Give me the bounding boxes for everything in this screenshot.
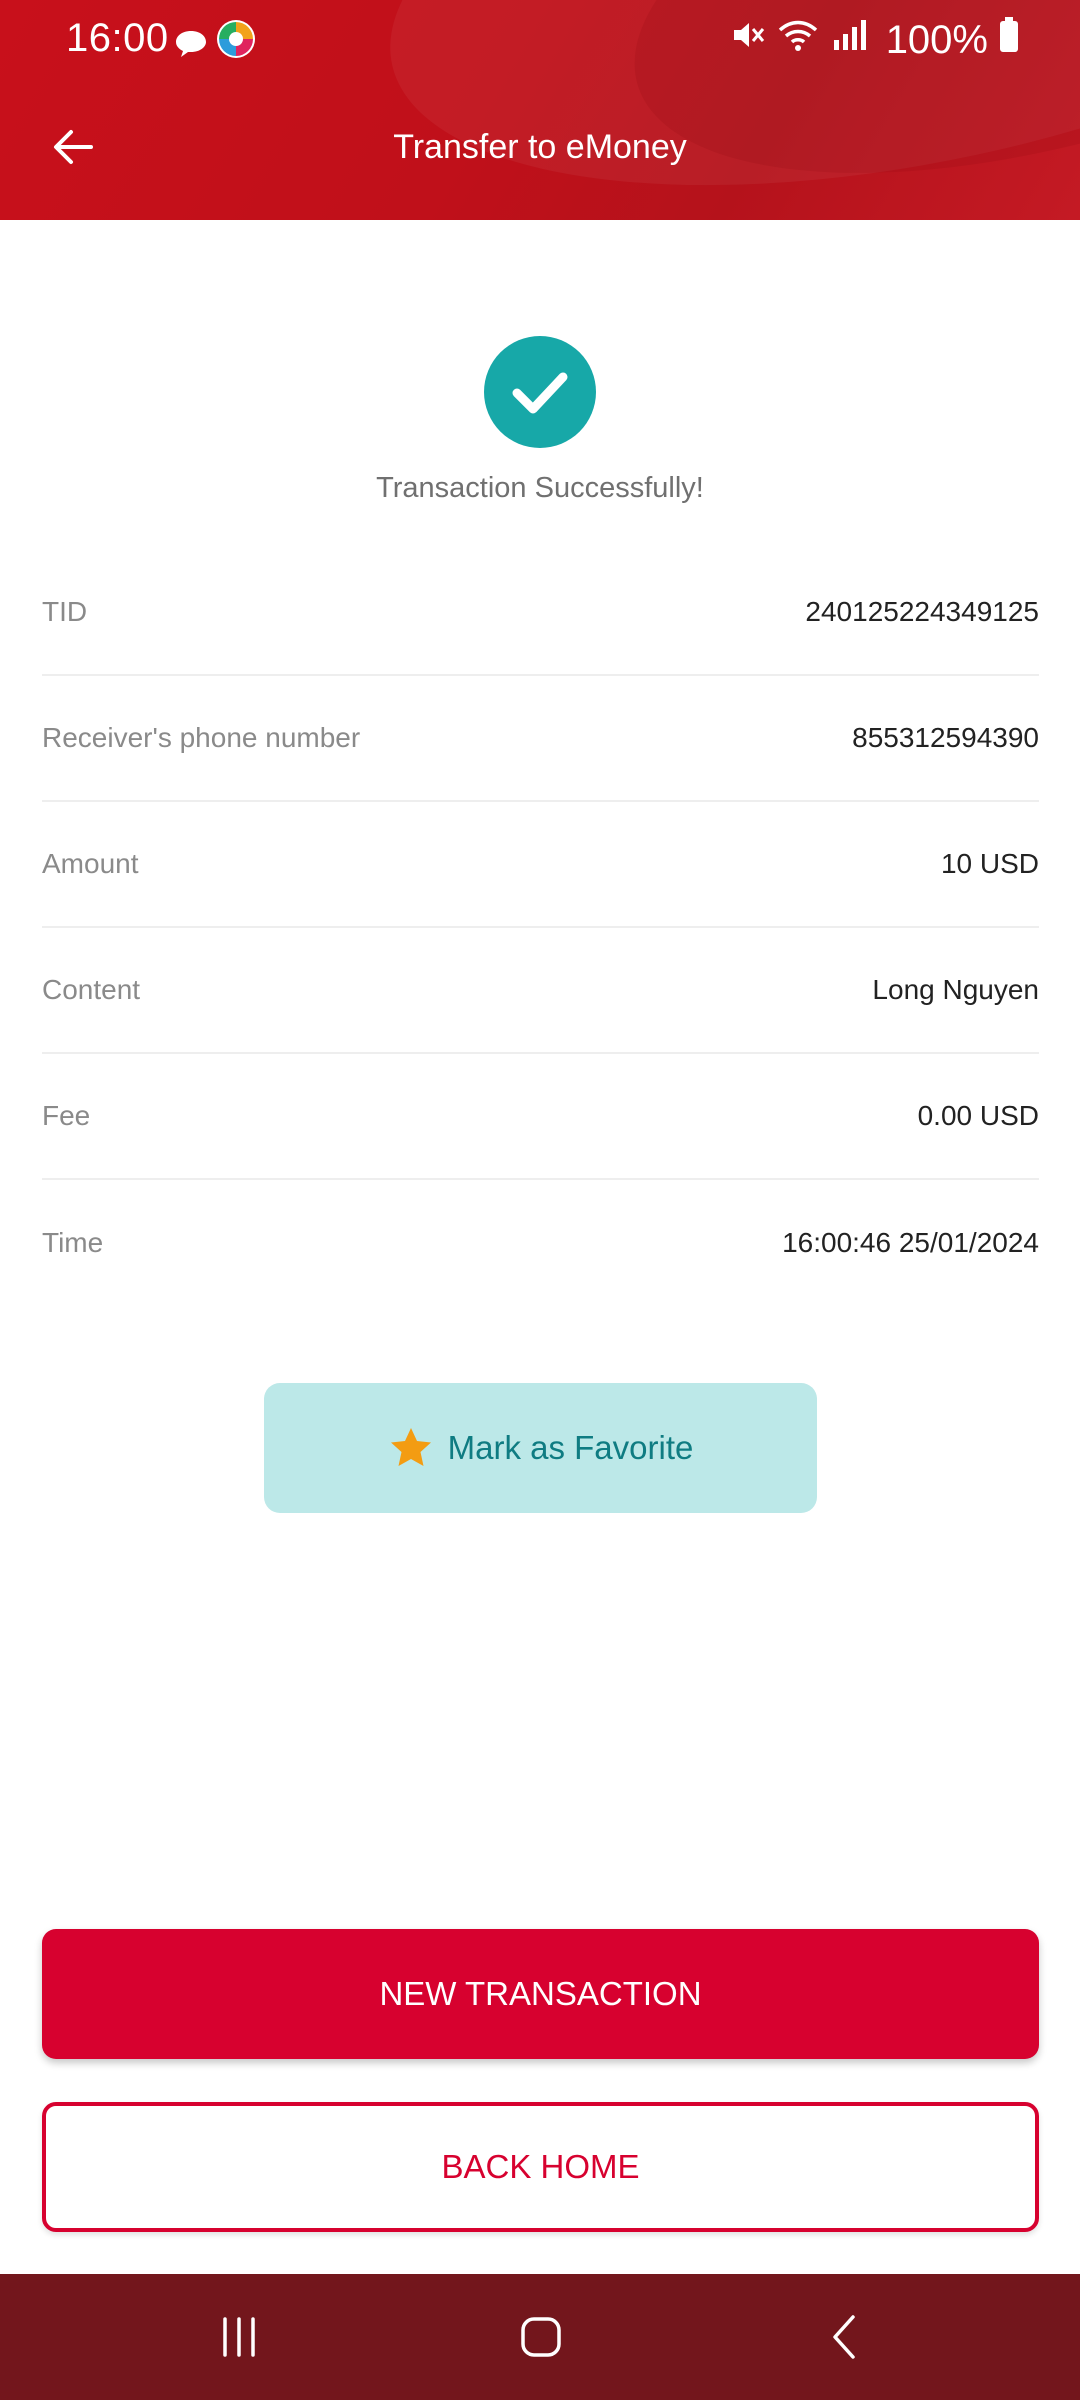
- arrow-left-icon: [54, 130, 93, 164]
- check-circle-icon: [484, 336, 596, 448]
- status-bar: 16:00 100%: [0, 0, 1080, 74]
- detail-value: 10 USD: [940, 848, 1039, 879]
- detail-value: 0.00 USD: [917, 1100, 1039, 1131]
- mark-favorite-button[interactable]: Mark as Favorite: [264, 1383, 817, 1513]
- system-back-button[interactable]: [800, 2304, 890, 2370]
- detail-value: Long Nguyen: [872, 974, 1039, 1005]
- page-title: Transfer to eMoney: [393, 127, 687, 166]
- recents-button[interactable]: [194, 2304, 284, 2370]
- detail-label: Fee: [42, 1100, 91, 1131]
- signal-icon: [830, 16, 870, 64]
- detail-label: Amount: [42, 848, 139, 879]
- detail-value: 855312594390: [852, 722, 1039, 753]
- status-right-group: 100%: [728, 16, 1020, 64]
- detail-label: Time: [42, 1227, 104, 1258]
- detail-row-time: Time 16:00:46 25/01/2024: [42, 1180, 1039, 1306]
- detail-row-phone: Receiver's phone number 855312594390: [42, 676, 1039, 802]
- detail-row-amount: Amount 10 USD: [42, 802, 1039, 928]
- success-message: Transaction Successfully!: [376, 472, 704, 504]
- mark-favorite-label: Mark as Favorite: [447, 1429, 694, 1466]
- new-transaction-button[interactable]: NEW TRANSACTION: [42, 1929, 1039, 2059]
- transaction-details: TID 240125224349125 Receiver's phone num…: [42, 550, 1039, 1306]
- battery-icon: [998, 16, 1020, 64]
- detail-row-content: Content Long Nguyen: [42, 928, 1039, 1054]
- battery-level: 100%: [885, 17, 988, 62]
- back-button[interactable]: [30, 104, 116, 190]
- back-icon: [833, 2315, 855, 2359]
- app-bar: Transfer to eMoney: [0, 74, 1080, 220]
- detail-label: Content: [42, 974, 141, 1005]
- detail-label: TID: [42, 596, 88, 627]
- detail-value: 16:00:46 25/01/2024: [782, 1227, 1039, 1258]
- detail-row-tid: TID 240125224349125: [42, 550, 1039, 676]
- status-time: 16:00: [66, 16, 169, 60]
- app-header: 16:00 100% Transfer to eMoney: [0, 0, 1080, 220]
- star-icon: [390, 1428, 431, 1466]
- transfer-result-screen: 16:00 100% Transfer to eMoney Transactio…: [0, 0, 1080, 2400]
- home-button[interactable]: [496, 2304, 586, 2370]
- mute-icon: [728, 16, 766, 64]
- home-icon: [521, 2317, 561, 2357]
- back-home-button[interactable]: BACK HOME: [42, 2102, 1039, 2232]
- system-nav-bar: [0, 2274, 1080, 2400]
- detail-row-fee: Fee 0.00 USD: [42, 1054, 1039, 1180]
- detail-value: 240125224349125: [805, 596, 1039, 627]
- app-notification-icon: [215, 18, 257, 70]
- recents-icon: [223, 2317, 255, 2357]
- detail-label: Receiver's phone number: [42, 722, 361, 753]
- chat-bubble-icon: [174, 24, 208, 69]
- wifi-icon: [776, 16, 820, 64]
